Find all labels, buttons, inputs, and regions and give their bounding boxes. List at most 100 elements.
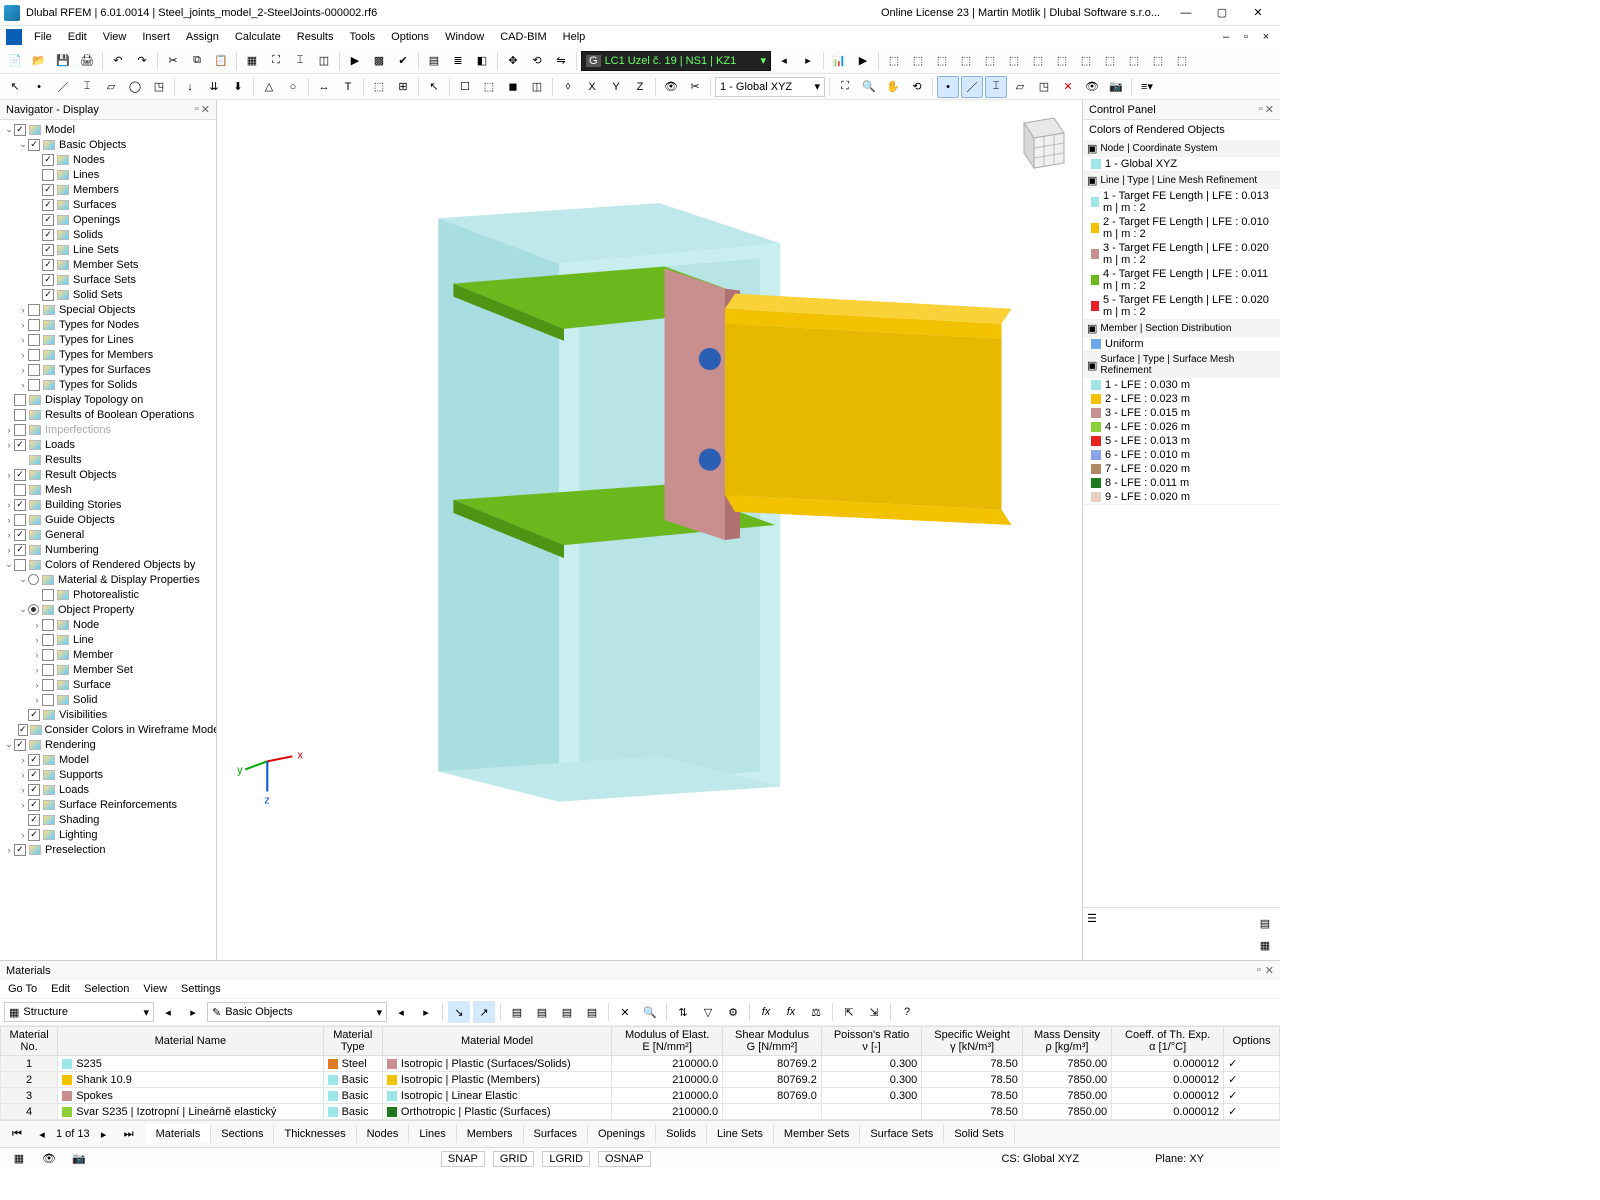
workplane-combo[interactable]: 1 - Global XYZ▾ xyxy=(715,77,825,97)
tree-model[interactable]: ⌄Model xyxy=(0,122,216,137)
tab-materials[interactable]: Materials xyxy=(146,1124,212,1143)
tree-general[interactable]: ›General xyxy=(0,527,216,542)
import-icon[interactable]: ⇲ xyxy=(863,1001,885,1023)
close-button[interactable]: ✕ xyxy=(1240,1,1276,25)
filter-visibility-icon[interactable]: 👁 xyxy=(1081,76,1103,98)
tab-thicknesses[interactable]: Thicknesses xyxy=(274,1125,356,1143)
navigator-icon[interactable]: ≣ xyxy=(447,50,469,72)
save-icon[interactable]: 💾 xyxy=(52,50,74,72)
tree-loads[interactable]: ›Loads xyxy=(0,782,216,797)
tree-supports[interactable]: ›Supports xyxy=(0,767,216,782)
view-y-icon[interactable]: Y xyxy=(605,76,627,98)
zoom-window-icon[interactable]: 🔍 xyxy=(858,76,880,98)
draw-line-icon[interactable]: ／ xyxy=(52,76,74,98)
addon-4-icon[interactable]: ⬚ xyxy=(955,50,977,72)
select-mode-icon[interactable]: ⊞ xyxy=(392,76,414,98)
grid-toggle[interactable]: GRID xyxy=(493,1151,535,1167)
tree-guide-objects[interactable]: ›Guide Objects xyxy=(0,512,216,527)
tree-photorealistic[interactable]: Photorealistic xyxy=(0,587,216,602)
addon-9-icon[interactable]: ⬚ xyxy=(1075,50,1097,72)
menu-file[interactable]: File xyxy=(26,29,60,45)
properties-icon[interactable]: ≡▾ xyxy=(1136,76,1158,98)
text-icon[interactable]: T xyxy=(337,76,359,98)
rotate-icon[interactable]: ⟲ xyxy=(526,50,548,72)
panel-icon[interactable]: ◧ xyxy=(471,50,493,72)
legend-item[interactable]: 2 - LFE : 0.023 m xyxy=(1083,392,1280,406)
tree-imperfections[interactable]: ›Imperfections xyxy=(0,422,216,437)
mdi-restore-icon[interactable]: ▫ xyxy=(1238,31,1254,43)
tree-members[interactable]: Members xyxy=(0,182,216,197)
mirror-icon[interactable]: ⇋ xyxy=(550,50,572,72)
tab-solids[interactable]: Solids xyxy=(656,1125,707,1143)
menu-tools[interactable]: Tools xyxy=(341,29,383,45)
first-icon[interactable]: ⏮ xyxy=(6,1123,28,1145)
filter-icon[interactable]: ▽ xyxy=(697,1001,719,1023)
addon-3-icon[interactable]: ⬚ xyxy=(931,50,953,72)
tree-visibilities[interactable]: Visibilities xyxy=(0,707,216,722)
table-row[interactable]: 1S235SteelIsotropic | Plastic (Surfaces/… xyxy=(1,1056,1280,1072)
copy-row-icon[interactable]: ▤ xyxy=(556,1001,578,1023)
support-icon[interactable]: △ xyxy=(258,76,280,98)
legend-item[interactable]: 3 - LFE : 0.015 m xyxy=(1083,406,1280,420)
filter-members-icon[interactable]: ⌶ xyxy=(985,76,1007,98)
addon-11-icon[interactable]: ⬚ xyxy=(1123,50,1145,72)
animation-icon[interactable]: ▶ xyxy=(852,50,874,72)
col-header[interactable]: Modulus of Elast.E [N/mm²] xyxy=(612,1027,723,1056)
mesh-icon[interactable]: ▩ xyxy=(368,50,390,72)
panel-close-icon[interactable]: ✕ xyxy=(201,103,210,116)
legend-item[interactable]: 5 - LFE : 0.013 m xyxy=(1083,434,1280,448)
draw-solid-icon[interactable]: ◳ xyxy=(148,76,170,98)
osnap-toggle[interactable]: OSNAP xyxy=(598,1151,651,1167)
legend-item[interactable]: 4 - Target FE Length | LFE : 0.011 m | m… xyxy=(1083,267,1280,293)
loadcase-combo[interactable]: GLC1 Uzel č. 19 | NS1 | KZ1▾ xyxy=(581,51,771,71)
prev-page-icon[interactable]: ◂ xyxy=(31,1123,53,1145)
delete-row-icon[interactable]: ▤ xyxy=(531,1001,553,1023)
mat-menu-edit[interactable]: Edit xyxy=(51,983,70,995)
legend-item[interactable]: 2 - Target FE Length | LFE : 0.010 m | m… xyxy=(1083,215,1280,241)
iso-icon[interactable]: ⬨ xyxy=(557,76,579,98)
new-icon[interactable]: 📄 xyxy=(4,50,26,72)
navigator-tree[interactable]: ⌄Model⌄Basic ObjectsNodesLinesMembersSur… xyxy=(0,120,216,960)
filter-solids-icon[interactable]: ◳ xyxy=(1033,76,1055,98)
3d-viewport[interactable]: x y z xyxy=(217,100,1082,960)
tb-prev2-icon[interactable]: ◂ xyxy=(390,1001,412,1023)
col-header[interactable]: MaterialType xyxy=(323,1027,382,1056)
tree-material-display-properties[interactable]: ⌄Material & Display Properties xyxy=(0,572,216,587)
fx2-icon[interactable]: fx xyxy=(780,1001,802,1023)
menu-window[interactable]: Window xyxy=(437,29,492,45)
legend-list-icon[interactable]: ☰ xyxy=(1087,912,1097,956)
prev-lc-icon[interactable]: ◂ xyxy=(773,50,795,72)
tab-nodes[interactable]: Nodes xyxy=(357,1125,410,1143)
draw-surface-icon[interactable]: ▱ xyxy=(100,76,122,98)
tree-lines[interactable]: Lines xyxy=(0,167,216,182)
tree-surface[interactable]: ›Surface xyxy=(0,677,216,692)
tab-member-sets[interactable]: Member Sets xyxy=(774,1125,860,1143)
legend-item[interactable]: 9 - LFE : 0.020 m xyxy=(1083,490,1280,504)
help-icon[interactable]: ? xyxy=(896,1001,918,1023)
insert-row-icon[interactable]: ▤ xyxy=(506,1001,528,1023)
filter-off-icon[interactable]: ✕ xyxy=(1057,76,1079,98)
check-icon[interactable]: ✔ xyxy=(392,50,414,72)
tree-member[interactable]: ›Member xyxy=(0,647,216,662)
view-wireframe-icon[interactable]: ⬚ xyxy=(478,76,500,98)
tree-solid-sets[interactable]: Solid Sets xyxy=(0,287,216,302)
status-table-icon[interactable]: ▦ xyxy=(8,1148,30,1170)
minimize-button[interactable]: — xyxy=(1168,1,1204,25)
load-node-icon[interactable]: ↓ xyxy=(179,76,201,98)
col-header[interactable]: Coeff. of Th. Exp.α [1/°C] xyxy=(1112,1027,1224,1056)
results-icon[interactable]: 📊 xyxy=(828,50,850,72)
col-header[interactable]: Specific Weightγ [kN/m³] xyxy=(922,1027,1023,1056)
menu-calculate[interactable]: Calculate xyxy=(227,29,289,45)
cp-float-icon[interactable]: ▫ xyxy=(1259,103,1263,116)
tree-results[interactable]: Results xyxy=(0,452,216,467)
redo-icon[interactable]: ↷ xyxy=(131,50,153,72)
mp-close-icon[interactable]: ✕ xyxy=(1265,964,1274,977)
tree-solids[interactable]: Solids xyxy=(0,227,216,242)
menu-edit[interactable]: Edit xyxy=(60,29,95,45)
legend-item[interactable]: 4 - LFE : 0.026 m xyxy=(1083,420,1280,434)
tree-node[interactable]: ›Node xyxy=(0,617,216,632)
sort-icon[interactable]: ⇅ xyxy=(672,1001,694,1023)
tab-openings[interactable]: Openings xyxy=(588,1125,656,1143)
basicobj-combo[interactable]: ✎Basic Objects▾ xyxy=(207,1002,387,1022)
filter-nodes-icon[interactable]: • xyxy=(937,76,959,98)
